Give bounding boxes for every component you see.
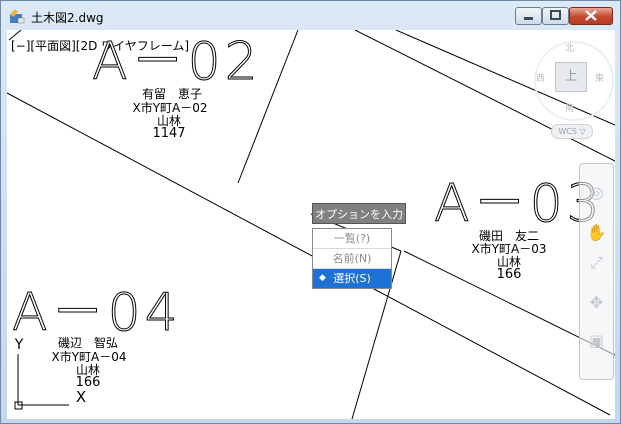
viewcube-top-face[interactable]: 上	[555, 62, 587, 92]
parcel-id-a02: A－02	[92, 32, 262, 92]
pan-hand-icon[interactable]: ✋	[583, 222, 610, 244]
ucs-x-label: X	[75, 388, 87, 406]
steering-wheel-icon[interactable]: ◎	[583, 182, 610, 204]
app-window: 土木図2.dwg [−][平面図][2D ワイヤフレーム] A－02 有留 恵子…	[0, 0, 621, 424]
window-title: 土木図2.dwg	[31, 11, 104, 25]
dwg-file-icon	[10, 9, 25, 24]
parcel-area-a02: 1147	[152, 126, 186, 141]
option-name[interactable]: 名前(N)	[313, 249, 391, 269]
close-button[interactable]	[569, 7, 613, 25]
zoom-extents-icon[interactable]: ⤢	[583, 252, 610, 274]
showmotion-icon[interactable]: ▣	[583, 330, 610, 352]
title-bar[interactable]: 土木図2.dwg	[1, 1, 620, 31]
parcel-owner-a03: 磯田 友二	[478, 229, 540, 243]
maximize-button[interactable]	[542, 7, 569, 25]
close-icon	[585, 10, 597, 21]
compass-west[interactable]: 西	[536, 71, 545, 84]
wcs-menu[interactable]: WCS ▽	[551, 124, 593, 139]
minimize-button[interactable]	[515, 7, 542, 25]
ucs-y-label: Y	[14, 337, 24, 353]
selected-bullet-icon: ◆	[319, 273, 326, 283]
parcel-id-a04: A－04	[12, 283, 182, 343]
orbit-icon[interactable]: ✥	[583, 292, 610, 314]
parcel-owner-a04: 磯辺 智弘	[57, 336, 119, 350]
compass-north[interactable]: 北	[565, 41, 574, 54]
parcel-area-a03: 166	[496, 267, 522, 282]
parcel-address-a02: X市Y町A－02	[132, 101, 208, 115]
drawing-canvas[interactable]: [−][平面図][2D ワイヤフレーム] A－02 有留 恵子 X市Y町A－02	[7, 30, 615, 419]
compass-south[interactable]: 南	[565, 101, 574, 114]
compass-east[interactable]: 東	[595, 71, 604, 84]
command-option-tooltip: オプションを入力	[312, 203, 406, 224]
parcel-address-a03: X市Y町A－03	[471, 242, 547, 256]
minimize-icon	[524, 17, 533, 20]
maximize-icon	[550, 10, 561, 20]
parcel-address-a04: X市Y町A－04	[51, 350, 127, 364]
option-select-label: 選択(S)	[333, 272, 371, 285]
option-select[interactable]: ◆ 選択(S)	[313, 269, 391, 288]
navigation-bar: ◎ ✋ ⤢ ✥ ▣	[579, 163, 614, 380]
command-option-menu: 一覧(?) 名前(N) ◆ 選択(S)	[312, 228, 392, 289]
option-list[interactable]: 一覧(?)	[313, 229, 391, 249]
parcel-owner-a02: 有留 恵子	[141, 87, 203, 101]
